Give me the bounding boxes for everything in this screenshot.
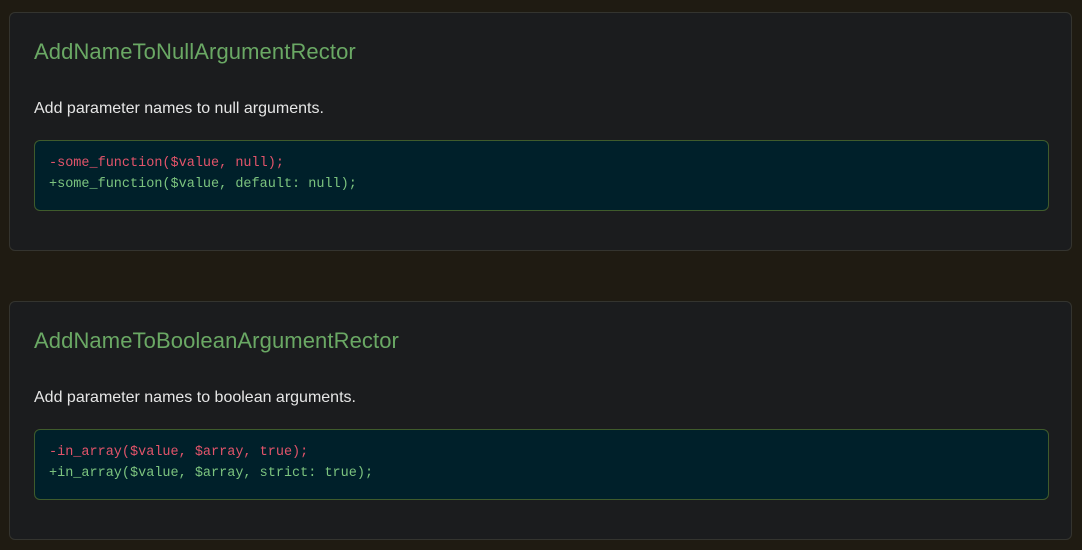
rule-title[interactable]: AddNameToNullArgumentRector — [34, 39, 356, 65]
rule-description: Add parameter names to boolean arguments… — [34, 389, 356, 406]
diff-removed-line: -in_array($value, $array, true); — [49, 445, 309, 460]
diff-added-line: +in_array($value, $array, strict: true); — [49, 466, 374, 481]
diff-added-line: +some_function($value, default: null); — [49, 177, 357, 192]
code-diff-block: -in_array($value, $array, true); +in_arr… — [34, 429, 1049, 500]
diff-removed-line: -some_function($value, null); — [49, 156, 284, 171]
rule-description: Add parameter names to null arguments. — [34, 100, 324, 117]
code-diff-block: -some_function($value, null); +some_func… — [34, 140, 1049, 211]
rule-card: AddNameToNullArgumentRector Add paramete… — [9, 12, 1072, 251]
rule-title[interactable]: AddNameToBooleanArgumentRector — [34, 328, 399, 354]
rule-card: AddNameToBooleanArgumentRector Add param… — [9, 301, 1072, 540]
